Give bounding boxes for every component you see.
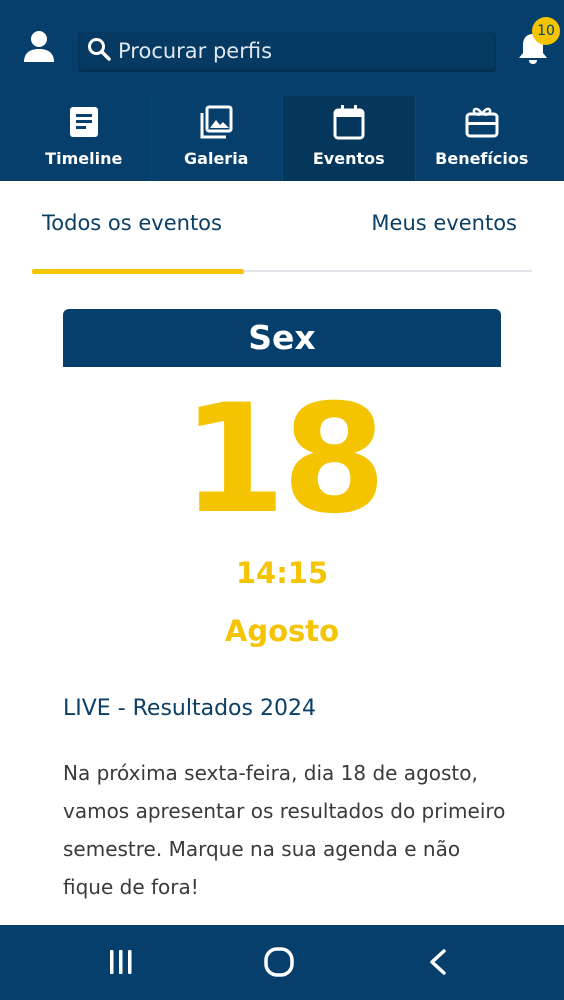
event-time: 14:15 [235, 556, 329, 590]
tab-my-events[interactable]: Meus eventos [371, 211, 517, 235]
tab-all-events[interactable]: Todos os eventos [42, 211, 222, 235]
main-nav: Timeline Galeria Eventos Benefícios [18, 96, 548, 181]
search-icon [88, 38, 111, 61]
search-bar[interactable] [78, 32, 496, 72]
event-title[interactable]: LIVE - Resultados 2024 [63, 696, 316, 721]
recent-apps-icon [110, 950, 132, 974]
nav-item-eventos[interactable]: Eventos [283, 96, 416, 181]
event-tabs: Todos os eventos Meus eventos [32, 181, 532, 276]
gift-card-icon [465, 107, 499, 138]
back-icon [430, 949, 446, 975]
back-button[interactable] [418, 943, 458, 983]
app-header: 10 Timeline Galeria [0, 0, 564, 181]
profile-button[interactable] [20, 28, 58, 66]
event-month: Agosto [224, 614, 340, 648]
gallery-icon [200, 105, 233, 139]
nav-label-eventos: Eventos [312, 149, 385, 168]
search-input[interactable] [118, 36, 488, 66]
system-nav-bar [0, 925, 564, 1000]
article-icon [69, 107, 98, 137]
user-icon [24, 31, 54, 62]
nav-label-beneficios: Benefícios [435, 149, 529, 168]
home-icon [264, 947, 294, 977]
calendar-icon [333, 105, 365, 140]
nav-item-galeria[interactable]: Galeria [151, 96, 283, 181]
event-weekday: Sex [63, 309, 501, 367]
active-tab-indicator [32, 269, 244, 274]
event-description: Na próxima sexta-feira, dia 18 de agosto… [63, 761, 506, 899]
nav-label-timeline: Timeline [45, 149, 123, 168]
nav-label-galeria: Galeria [184, 149, 249, 168]
home-button[interactable] [259, 943, 299, 983]
notification-badge: 10 [532, 17, 560, 45]
nav-item-timeline[interactable]: Timeline [18, 96, 151, 181]
recent-apps-button[interactable] [101, 943, 141, 983]
nav-item-beneficios[interactable]: Benefícios [416, 96, 549, 181]
event-day: 18 [181, 373, 387, 547]
